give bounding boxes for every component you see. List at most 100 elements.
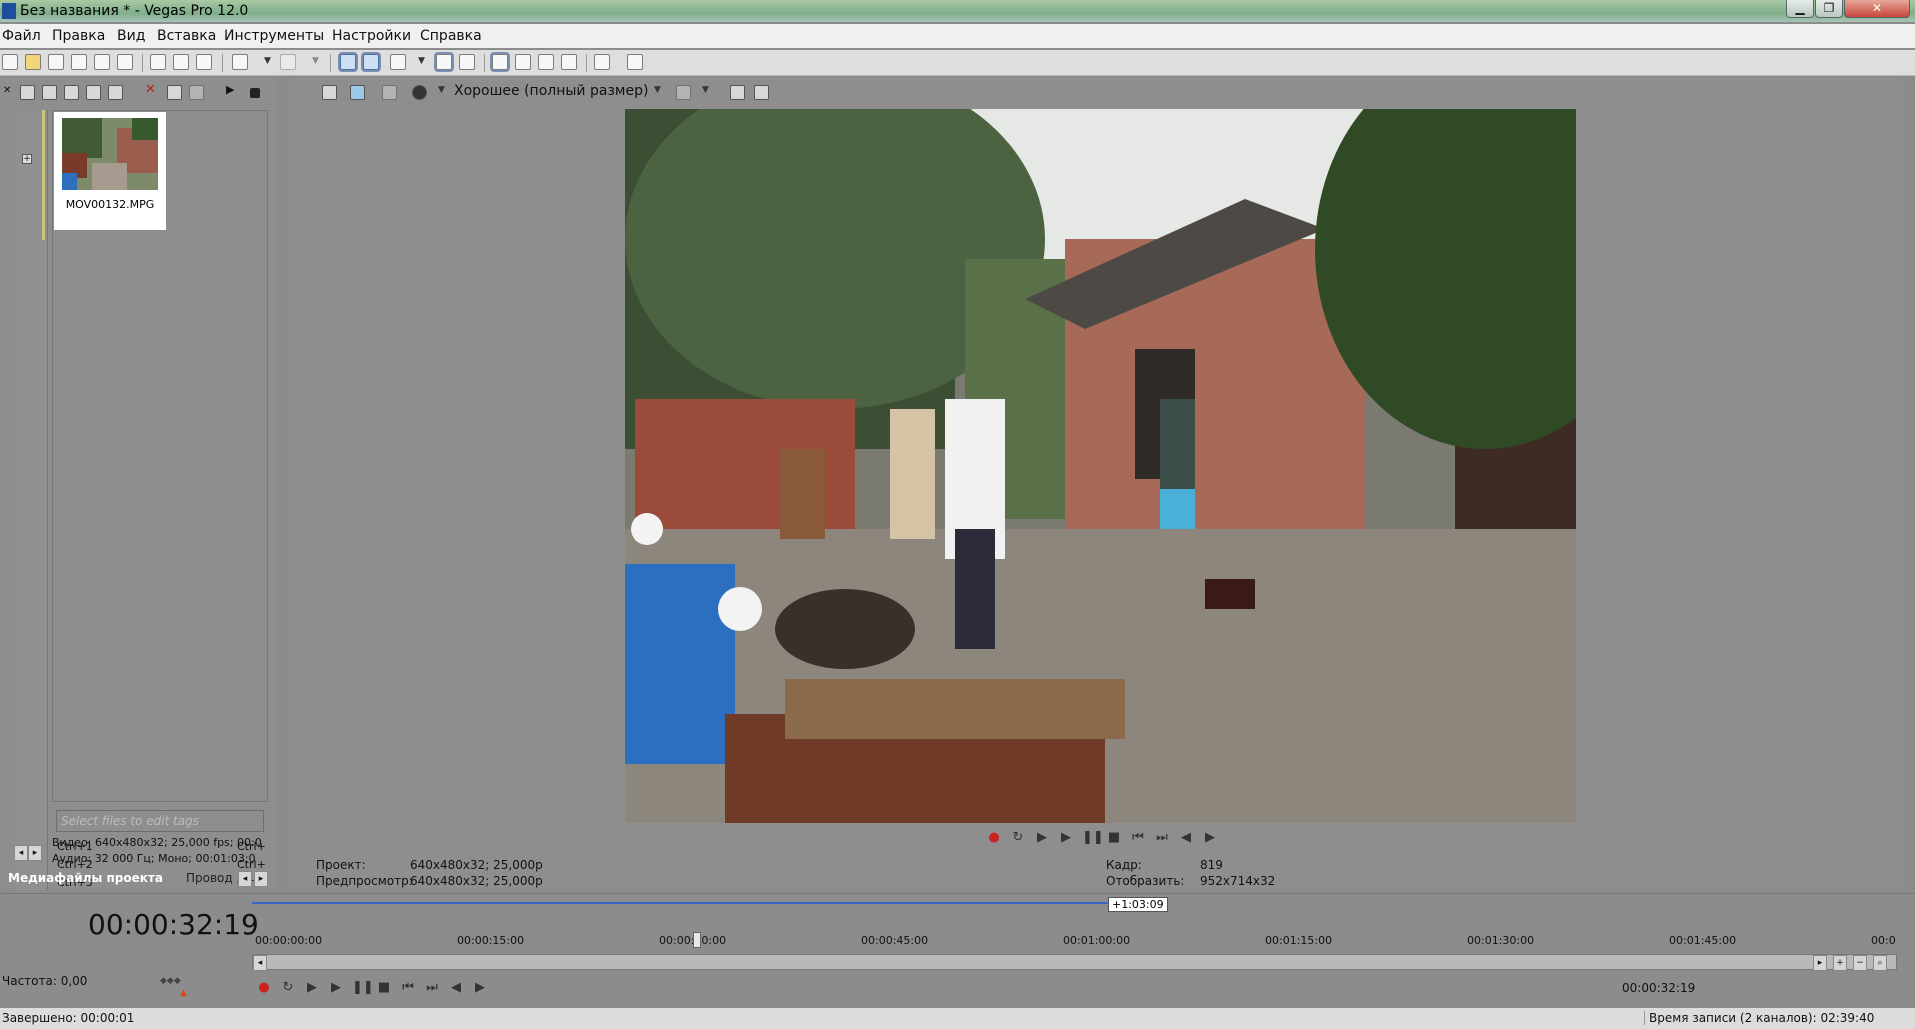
render-icon[interactable] bbox=[94, 54, 110, 70]
expand-bin-icon[interactable]: + bbox=[22, 154, 32, 164]
tab-project-media[interactable]: Медиафайлы проекта bbox=[8, 871, 163, 885]
pause-icon[interactable]: ❚❚ bbox=[1082, 830, 1104, 846]
quality-dropdown-arrow-icon[interactable]: ▼ bbox=[654, 85, 661, 95]
media-fx-icon[interactable] bbox=[189, 85, 204, 100]
next-frame-icon[interactable]: ▶ bbox=[1202, 830, 1218, 846]
redo-dropdown-icon[interactable]: ▼ bbox=[312, 56, 319, 66]
import-media-icon[interactable] bbox=[20, 85, 35, 100]
media-thumbnail-grid[interactable]: MOV00132.MPG bbox=[52, 110, 268, 802]
overlays-icon[interactable] bbox=[676, 85, 691, 100]
go-to-end-icon[interactable]: ⏭ bbox=[424, 980, 440, 996]
next-frame-icon[interactable]: ▶ bbox=[472, 980, 488, 996]
minimize-button[interactable]: ▁ bbox=[1786, 0, 1814, 18]
tabs-scroll-left-icon[interactable]: ◂ bbox=[238, 871, 252, 887]
paste-icon[interactable] bbox=[196, 54, 212, 70]
media-bins-tree[interactable]: + bbox=[14, 110, 48, 890]
split-tool-icon[interactable] bbox=[538, 54, 554, 70]
menu-settings[interactable]: Настройки bbox=[332, 28, 411, 44]
timeline-scrollbar[interactable]: ◂ ▸ + − ⌕ bbox=[252, 954, 1897, 971]
pause-icon[interactable]: ❚❚ bbox=[352, 980, 374, 996]
zoom-in-icon[interactable]: + bbox=[1833, 955, 1847, 971]
zoom-tool-icon[interactable] bbox=[561, 54, 577, 70]
media-properties-icon[interactable] bbox=[167, 85, 182, 100]
new-project-icon[interactable] bbox=[2, 54, 18, 70]
undo-dropdown-icon[interactable]: ▼ bbox=[264, 56, 271, 66]
scroll-right-icon[interactable]: ▸ bbox=[1813, 955, 1827, 971]
external-monitor-icon[interactable] bbox=[350, 85, 365, 100]
menu-help[interactable]: Справка bbox=[420, 28, 482, 44]
loop-icon[interactable]: ↻ bbox=[1010, 830, 1026, 846]
go-to-start-icon[interactable]: ⏮ bbox=[400, 980, 416, 996]
auto-ripple-icon[interactable] bbox=[434, 52, 454, 72]
play-from-start-icon[interactable]: ▶ bbox=[304, 980, 320, 996]
envelope-tool-icon[interactable] bbox=[361, 52, 381, 72]
go-to-end-icon[interactable]: ⏭ bbox=[1154, 830, 1170, 846]
properties-icon[interactable] bbox=[117, 54, 133, 70]
zoom-tool-icon[interactable]: ⌕ bbox=[1873, 955, 1887, 971]
record-icon[interactable]: ● bbox=[986, 830, 1002, 846]
record-icon[interactable]: ● bbox=[256, 980, 272, 996]
stop-preview-icon[interactable] bbox=[250, 88, 260, 98]
loop-icon[interactable]: ↻ bbox=[280, 980, 296, 996]
lock-envelopes-icon[interactable] bbox=[459, 54, 475, 70]
menu-tools[interactable]: Инструменты bbox=[224, 28, 324, 44]
tag-edit-input[interactable]: Select files to edit tags bbox=[56, 810, 264, 832]
playhead-marker[interactable] bbox=[693, 932, 701, 948]
loop-region-bar[interactable] bbox=[252, 902, 1108, 904]
menu-file[interactable]: Файл bbox=[2, 28, 41, 44]
save-icon[interactable] bbox=[48, 54, 64, 70]
remove-media-icon[interactable]: ✕ bbox=[145, 82, 160, 97]
start-preview-icon[interactable]: ▶ bbox=[226, 83, 241, 98]
scroll-left-icon[interactable]: ◂ bbox=[253, 955, 267, 971]
media-file-card[interactable]: MOV00132.MPG bbox=[54, 112, 166, 230]
search-media-icon[interactable] bbox=[108, 85, 123, 100]
save-snapshot-icon[interactable] bbox=[754, 85, 769, 100]
tab-explorer[interactable]: Провод bbox=[186, 871, 233, 885]
save-as-icon[interactable] bbox=[71, 54, 87, 70]
snapping-icon[interactable] bbox=[390, 54, 406, 70]
quality-dropdown-icon[interactable]: ▼ bbox=[438, 85, 445, 95]
overlays-dropdown-icon[interactable]: ▼ bbox=[702, 85, 709, 95]
previous-frame-icon[interactable]: ◀ bbox=[1178, 830, 1194, 846]
snapping-dropdown-icon[interactable]: ▼ bbox=[418, 56, 425, 66]
normal-edit-tool-icon[interactable] bbox=[338, 52, 358, 72]
get-media-web-icon[interactable] bbox=[64, 85, 79, 100]
menu-view[interactable]: Вид bbox=[117, 28, 145, 44]
play-from-start-icon[interactable]: ▶ bbox=[1034, 830, 1050, 846]
frame-label: Кадр: bbox=[1106, 858, 1142, 872]
zoom-out-icon[interactable]: − bbox=[1853, 955, 1867, 971]
go-to-start-icon[interactable]: ⏮ bbox=[1130, 830, 1146, 846]
close-panel-icon[interactable]: ✕ bbox=[3, 85, 11, 100]
extract-audio-icon[interactable] bbox=[86, 85, 101, 100]
copy-icon[interactable] bbox=[173, 54, 189, 70]
scroll-left-icon[interactable]: ◂ bbox=[14, 845, 28, 861]
close-button[interactable]: ✕ bbox=[1844, 0, 1910, 18]
edit-details-icon[interactable] bbox=[594, 54, 610, 70]
capture-video-icon[interactable] bbox=[42, 85, 57, 100]
help-pointer-icon[interactable] bbox=[627, 54, 643, 70]
redo-icon[interactable] bbox=[280, 54, 296, 70]
menu-edit[interactable]: Правка bbox=[52, 28, 105, 44]
menu-insert[interactable]: Вставка bbox=[157, 28, 216, 44]
stop-icon[interactable]: ■ bbox=[1106, 830, 1122, 846]
play-icon[interactable]: ▶ bbox=[328, 980, 344, 996]
time-ruler[interactable]: +1:03:09 00:00:00:00 00:00:15:00 00:00:3… bbox=[252, 894, 1897, 958]
cut-icon[interactable] bbox=[150, 54, 166, 70]
maximize-button[interactable]: ❐ bbox=[1815, 0, 1843, 18]
previous-frame-icon[interactable]: ◀ bbox=[448, 980, 464, 996]
copy-snapshot-icon[interactable] bbox=[730, 85, 745, 100]
scroll-right-icon[interactable]: ▸ bbox=[28, 845, 42, 861]
selection-tool-icon[interactable] bbox=[490, 52, 510, 72]
open-folder-icon[interactable] bbox=[25, 54, 41, 70]
tabs-scroll-right-icon[interactable]: ▸ bbox=[254, 871, 268, 887]
play-icon[interactable]: ▶ bbox=[1058, 830, 1074, 846]
trim-tool-icon[interactable] bbox=[515, 54, 531, 70]
preview-properties-icon[interactable] bbox=[322, 85, 337, 100]
stop-icon[interactable]: ■ bbox=[376, 980, 392, 996]
undo-icon[interactable] bbox=[232, 54, 248, 70]
split-screen-icon[interactable] bbox=[412, 85, 427, 100]
preview-quality[interactable]: Хорошее (полный размер) bbox=[454, 83, 648, 99]
rate-slider-icon[interactable]: ◆◆◆ bbox=[160, 976, 190, 986]
video-fx-icon[interactable] bbox=[382, 85, 397, 100]
rate-slider-thumb-icon[interactable]: ▲ bbox=[180, 988, 187, 998]
